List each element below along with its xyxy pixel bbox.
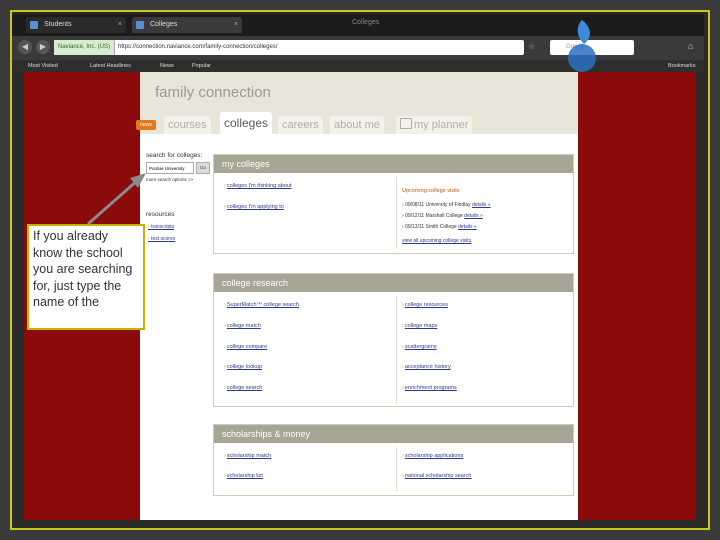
apple-leaf-icon <box>568 20 596 72</box>
tab-label: my planner <box>414 119 469 131</box>
scholarship-match-link[interactable]: scholarship match <box>224 453 271 459</box>
supermatch-link[interactable]: SuperMatch™ college search <box>224 302 299 308</box>
main-tabs: news courses colleges careers about me m… <box>136 112 578 134</box>
bookmarks-menu[interactable]: Bookmarks <box>668 60 696 72</box>
resource-link-test-scores[interactable]: test scores <box>148 236 175 242</box>
scholarship-applications-link[interactable]: scholarship applications <box>402 453 463 459</box>
planner-icon <box>400 118 412 129</box>
tab-favicon-icon <box>136 21 144 29</box>
site-identity[interactable]: Naviance, Inc. (US) <box>54 40 116 55</box>
address-bar[interactable]: Naviance, Inc. (US) https://connection.na… <box>54 40 524 55</box>
panel-divider <box>396 177 397 249</box>
more-search-options-link[interactable]: more search options >> <box>146 177 212 182</box>
bookmark-latest-headlines[interactable]: Latest Headlines <box>90 60 131 72</box>
panel-title: scholarships & money <box>214 425 573 443</box>
visit-item: › 09/12/11 Marshall College details » <box>402 213 483 219</box>
tab-courses[interactable]: courses <box>164 116 211 134</box>
home-icon[interactable]: ⌂ <box>688 41 693 51</box>
panel-title: college research <box>214 274 573 292</box>
panel-divider <box>396 447 397 491</box>
back-arrow-icon[interactable]: ◀ <box>18 40 32 54</box>
forward-arrow-icon[interactable]: ▶ <box>36 40 50 54</box>
my-colleges-panel: my colleges colleges I'm thinking about … <box>213 154 574 254</box>
close-icon[interactable]: × <box>234 17 238 33</box>
national-scholarship-search-link[interactable]: national scholarship search <box>402 473 472 479</box>
bookmark-most-visited[interactable]: Most Visited <box>28 60 58 72</box>
visit-item: › 09/13/11 Smith College details » <box>402 224 477 230</box>
bookmark-news[interactable]: News <box>160 60 174 72</box>
upcoming-visits-title: Upcoming college visits <box>402 188 460 194</box>
page-title: family connection <box>155 84 271 101</box>
resources-label: resources <box>146 211 175 218</box>
tab-label: Students <box>44 21 72 28</box>
scattergrams-link[interactable]: scattergrams <box>402 344 437 350</box>
resource-link-transcripts[interactable]: transcripts <box>148 224 174 230</box>
enrichment-programs-link[interactable]: enrichment programs <box>402 385 457 391</box>
college-search-input[interactable] <box>146 162 194 174</box>
acceptance-history-link[interactable]: acceptance history <box>402 364 451 370</box>
browser-tab-students[interactable]: Students × <box>26 17 126 33</box>
star-icon[interactable]: ☆ <box>528 42 535 51</box>
search-label: search for colleges: <box>146 152 203 159</box>
college-search-box: search for colleges: Go more search opti… <box>146 152 212 182</box>
panel-title: my colleges <box>214 155 573 173</box>
college-maps-link[interactable]: college maps <box>402 323 437 329</box>
visit-details-link[interactable]: details » <box>458 224 477 230</box>
panel-divider <box>396 296 397 404</box>
tab-favicon-icon <box>30 21 38 29</box>
browser-tab-colleges[interactable]: Colleges × <box>132 17 242 33</box>
go-button[interactable]: Go <box>196 162 210 174</box>
url-text: https://connection.naviance.com/family-c… <box>118 44 278 50</box>
tab-label: Colleges <box>150 21 178 28</box>
bookmark-popular[interactable]: Popular <box>192 60 211 72</box>
tab-careers[interactable]: careers <box>278 116 323 134</box>
close-icon[interactable]: × <box>118 17 122 33</box>
college-match-link[interactable]: college match <box>224 323 261 329</box>
visit-details-link[interactable]: details » <box>472 202 491 208</box>
window-title: Colleges <box>352 19 380 26</box>
college-research-panel: college research SuperMatch™ college sea… <box>213 273 574 407</box>
scholarships-panel: scholarships & money scholarship match s… <box>213 424 574 496</box>
visit-details-link[interactable]: details » <box>464 213 483 219</box>
tab-my-planner[interactable]: my planner <box>396 116 473 134</box>
scholarship-list-link[interactable]: scholarship list <box>224 473 263 479</box>
colleges-applying-to-link[interactable]: colleges I'm applying to <box>224 204 284 210</box>
college-search-link[interactable]: college search <box>224 385 262 391</box>
tab-about-me[interactable]: about me <box>330 116 384 134</box>
college-compare-link[interactable]: college compare <box>224 344 267 350</box>
instruction-callout: If you already know the school you are s… <box>27 224 145 330</box>
view-all-visits-link[interactable]: view all upcoming college visits <box>402 238 471 244</box>
news-badge[interactable]: news <box>136 120 156 130</box>
college-resources-link[interactable]: college resources <box>402 302 448 308</box>
visit-item: › 09/08/11 University of Findlay details… <box>402 202 491 208</box>
tab-colleges[interactable]: colleges <box>220 112 273 134</box>
college-lookup-link[interactable]: college lookup <box>224 364 262 370</box>
colleges-thinking-about-link[interactable]: colleges I'm thinking about <box>224 183 292 189</box>
page-header: family connection news courses colleges … <box>136 72 578 134</box>
